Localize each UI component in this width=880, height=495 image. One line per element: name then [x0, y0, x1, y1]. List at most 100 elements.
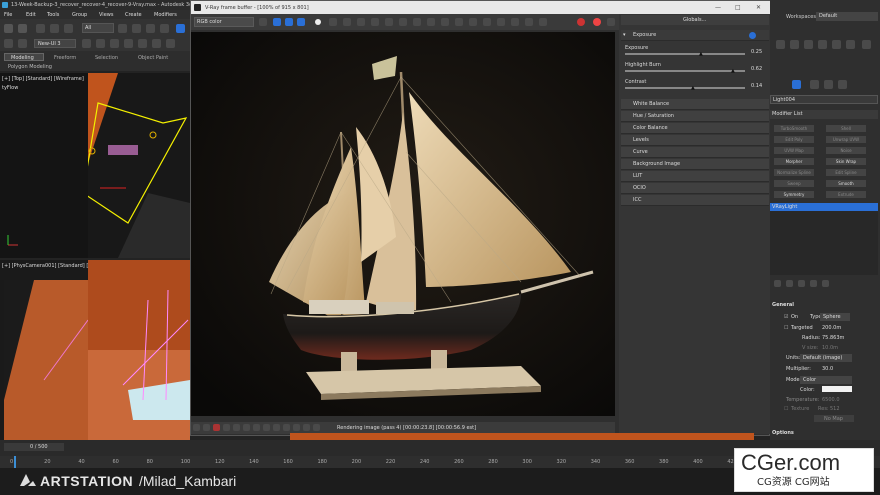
status-icon-2[interactable] [203, 424, 210, 431]
viewport-icon[interactable] [18, 39, 27, 48]
menu-group[interactable]: Group [72, 12, 87, 18]
pixel-info-icon[interactable] [469, 18, 477, 26]
create-tab-icon[interactable] [776, 40, 785, 49]
named-selection-set-dropdown[interactable]: New-UI 3 [34, 39, 76, 48]
workspace-dropdown[interactable]: Default [816, 12, 878, 21]
make-unique-icon[interactable] [798, 280, 805, 287]
interactive-render-icon[interactable] [427, 18, 435, 26]
tab-modeling[interactable]: Modeling [4, 53, 44, 61]
hierarchy-tab-icon[interactable] [804, 40, 813, 49]
move-icon[interactable] [176, 24, 185, 33]
color-swatch[interactable] [822, 386, 852, 392]
status-icon-1[interactable] [193, 424, 200, 431]
status-icon-5[interactable] [233, 424, 240, 431]
status-icon-8[interactable] [263, 424, 270, 431]
type-dropdown[interactable]: Sphere [820, 313, 850, 321]
menu-edit[interactable]: Edit [26, 12, 36, 18]
menu-modifiers[interactable]: Modifiers [154, 12, 177, 18]
mode-dropdown[interactable]: Color [800, 376, 852, 384]
history-icon[interactable] [497, 18, 505, 26]
exposure-header[interactable]: ▾ Exposure [621, 30, 769, 41]
lens-effects-icon[interactable] [441, 18, 449, 26]
mod-btn-morpher[interactable]: Morpher [774, 158, 814, 165]
viewport-top-label[interactable]: [+] [Top] [Standard] [Wireframe] [2, 76, 84, 82]
copy-image-icon[interactable] [371, 18, 379, 26]
res-value[interactable]: 512 [830, 406, 840, 412]
menu-views[interactable]: Views [99, 12, 113, 18]
remove-modifier-icon[interactable] [810, 280, 817, 287]
clear-image-icon[interactable] [357, 18, 365, 26]
viewport-top[interactable]: [+] [Top] [Standard] [Wireframe] tyFlow [0, 73, 88, 258]
modify-tab-icon[interactable] [790, 40, 799, 49]
ab-compare-icon[interactable] [511, 18, 519, 26]
pin-stack-icon[interactable] [774, 280, 781, 287]
link-to-render-icon[interactable] [413, 18, 421, 26]
configure-sets-icon[interactable] [822, 280, 829, 287]
channel-dropdown[interactable]: RGB color [194, 17, 254, 27]
region-render-icon[interactable] [399, 18, 407, 26]
rectangular-selection-icon[interactable] [146, 24, 155, 33]
toggle-scene-explorer-icon[interactable] [110, 39, 119, 48]
green-channel-icon[interactable] [285, 18, 293, 26]
menu-tools[interactable]: Tools [47, 12, 59, 18]
mod-btn-edit-poly[interactable]: Edit Poly [774, 136, 814, 143]
time-slider[interactable]: 0 / 500 [4, 443, 64, 451]
start-render-icon[interactable] [593, 18, 601, 26]
mod-btn-unwrap-uvw[interactable]: Unwrap UVW [826, 136, 866, 143]
mod-btn-skin-wrap[interactable]: Skin Wrap [826, 158, 866, 165]
display-options-icon[interactable] [483, 18, 491, 26]
mod-btn-shell[interactable]: Shell [826, 125, 866, 132]
window-crossing-icon[interactable] [160, 24, 169, 33]
display-tab-icon[interactable] [832, 40, 841, 49]
viewport-camera-right[interactable] [88, 260, 190, 440]
contrast-handle[interactable]: ▲ [691, 85, 695, 91]
layer-ocio[interactable]: OCIO [621, 183, 769, 194]
contrast-slider[interactable] [625, 87, 745, 89]
status-icon-3[interactable] [213, 424, 220, 431]
status-icon-7[interactable] [253, 424, 260, 431]
motion-tab-icon[interactable] [818, 40, 827, 49]
maximize-icon[interactable]: □ [735, 4, 741, 11]
render-teapot-icon[interactable] [607, 18, 615, 26]
color-corrections-icon[interactable] [455, 18, 463, 26]
mod-btn-extrude[interactable]: Extrude [826, 191, 866, 198]
ribbon-subtab-polygon-modeling[interactable]: Polygon Modeling [8, 64, 52, 70]
tab-object-paint[interactable]: Object Paint [138, 55, 168, 61]
render-image[interactable] [191, 32, 615, 416]
monochrome-icon[interactable] [329, 18, 337, 26]
select-by-name-icon[interactable] [132, 24, 141, 33]
align-icon[interactable] [96, 39, 105, 48]
lut-icon[interactable] [539, 18, 547, 26]
options-header[interactable]: Options [772, 430, 794, 436]
status-icon-11[interactable] [293, 424, 300, 431]
viewport-camera-left[interactable]: [+] [PhysCamera001] [Standard] [Edged Fa… [0, 260, 121, 440]
close-icon[interactable]: ✕ [756, 4, 761, 11]
status-icon-6[interactable] [243, 424, 250, 431]
show-end-result-icon[interactable] [786, 280, 793, 287]
exposure-slider[interactable] [625, 53, 745, 55]
status-icon-12[interactable] [303, 424, 310, 431]
mod-btn-symmetry[interactable]: Symmetry [774, 191, 814, 198]
unlink-icon[interactable] [50, 24, 59, 33]
mod-btn-uvw-map[interactable]: UVW Map [774, 147, 814, 154]
modifier-stack-item[interactable]: VRayLight [770, 203, 878, 211]
layer-icon[interactable] [4, 39, 13, 48]
general-header[interactable]: General [772, 302, 794, 308]
multiplier-value[interactable]: 30.0 [822, 366, 833, 372]
targeted-checkbox[interactable]: ☐ [784, 325, 788, 331]
mod-btn-smooth[interactable]: Smooth [826, 180, 866, 187]
red-channel-icon[interactable] [273, 18, 281, 26]
units-dropdown[interactable]: Default (image) [800, 354, 852, 362]
param-contrast-value[interactable]: 0.14 [751, 83, 762, 89]
mod-btn-turbosmooth[interactable]: TurboSmooth [774, 125, 814, 132]
curve-editor-icon[interactable] [138, 39, 147, 48]
tab-freeform[interactable]: Freeform [54, 55, 76, 61]
radius-value[interactable]: 75.863m [822, 335, 844, 341]
schematic-view-icon[interactable] [152, 39, 161, 48]
layer-hue-saturation[interactable]: Hue / Saturation [621, 111, 769, 122]
status-icon-10[interactable] [283, 424, 290, 431]
object-name-field[interactable]: Light004 [770, 95, 878, 104]
mod-btn-normalize-spline[interactable]: Normalize Spline [774, 169, 814, 176]
render-setup-icon[interactable] [862, 40, 871, 49]
menu-create[interactable]: Create [125, 12, 142, 18]
